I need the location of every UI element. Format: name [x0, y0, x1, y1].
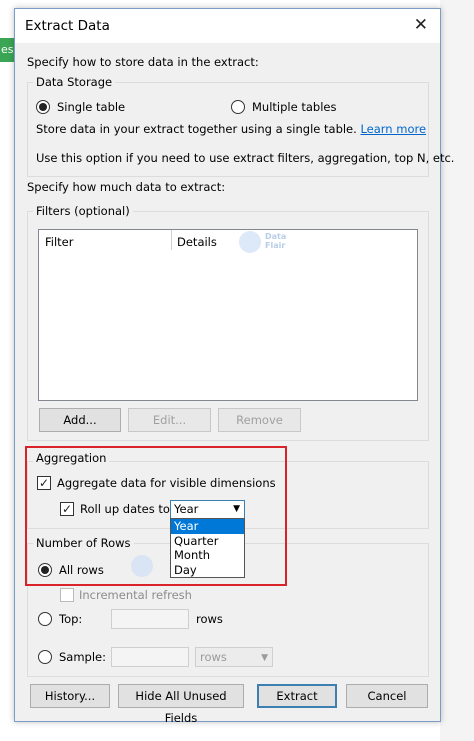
history-button[interactable]: History...: [30, 684, 110, 708]
rollup-dropdown-value: Year: [174, 502, 199, 516]
storage-intro: Specify how to store data in the extract…: [27, 55, 259, 69]
title-bar: Extract Data ✕: [15, 9, 440, 43]
rollup-label: Roll up dates to: [80, 502, 170, 516]
incremental-refresh-label: Incremental refresh: [79, 588, 192, 602]
all-rows-label: All rows: [59, 563, 104, 577]
watermark-logo-icon-2: [131, 555, 153, 577]
close-icon[interactable]: ✕: [414, 15, 428, 35]
cancel-button[interactable]: Cancel: [346, 684, 428, 708]
filter-column-header[interactable]: Filter: [45, 235, 73, 249]
learn-more-link[interactable]: Learn more: [360, 122, 426, 136]
multiple-tables-radio[interactable]: [231, 100, 245, 114]
hide-unused-fields-button[interactable]: Hide All Unused Fields: [118, 684, 244, 725]
background-window: [440, 0, 474, 741]
single-table-label: Single table: [57, 100, 126, 114]
column-separator: [171, 230, 172, 250]
watermark-text-top: Data: [265, 232, 287, 241]
filters-list[interactable]: Filter Details: [38, 229, 418, 401]
sample-unit-value: rows: [200, 650, 227, 664]
aggregate-label: Aggregate data for visible dimensions: [57, 476, 276, 490]
rollup-options-list[interactable]: Year Quarter Month Day: [170, 518, 245, 578]
storage-note: Use this option if you need to use extra…: [36, 151, 455, 165]
amount-intro: Specify how much data to extract:: [27, 180, 226, 194]
option-quarter[interactable]: Quarter: [171, 534, 244, 549]
top-unit-label: rows: [196, 612, 223, 626]
storage-description-text: Store data in your extract together usin…: [36, 122, 357, 136]
aggregate-checkbox[interactable]: ✓: [37, 476, 51, 490]
add-filter-button[interactable]: Add...: [39, 408, 121, 432]
sample-unit-select[interactable]: rows ▼: [195, 647, 273, 667]
details-column-header[interactable]: Details: [177, 235, 217, 249]
all-rows-radio[interactable]: [38, 563, 52, 577]
multiple-tables-label: Multiple tables: [252, 100, 337, 114]
rollup-checkbox[interactable]: ✓: [60, 502, 74, 516]
rows-legend: Number of Rows: [33, 536, 134, 550]
aggregation-legend: Aggregation: [33, 451, 110, 465]
storage-description: Store data in your extract together usin…: [36, 122, 426, 136]
remove-filter-button[interactable]: Remove: [218, 408, 301, 432]
rollup-dropdown[interactable]: Year ▼: [170, 500, 245, 519]
extract-button[interactable]: Extract: [257, 684, 337, 708]
incremental-refresh-checkbox[interactable]: [60, 588, 74, 602]
single-table-radio[interactable]: [36, 100, 50, 114]
top-count-input[interactable]: [111, 609, 189, 629]
data-storage-legend: Data Storage: [33, 75, 116, 89]
sample-count-input[interactable]: [111, 647, 189, 667]
sample-label: Sample:: [59, 650, 106, 664]
filters-legend: Filters (optional): [33, 204, 133, 218]
top-radio[interactable]: [38, 612, 52, 626]
chevron-down-icon: ▼: [233, 504, 240, 514]
option-month[interactable]: Month: [171, 548, 244, 563]
sample-radio[interactable]: [38, 650, 52, 664]
edit-filter-button[interactable]: Edit...: [128, 408, 211, 432]
option-year[interactable]: Year: [171, 519, 244, 534]
option-day[interactable]: Day: [171, 563, 244, 578]
dialog-title: Extract Data: [25, 18, 110, 34]
top-label: Top:: [59, 612, 83, 626]
chevron-down-icon: ▼: [261, 653, 268, 663]
watermark-text-bottom: Flair: [265, 241, 286, 250]
watermark-logo-icon: [239, 231, 261, 253]
